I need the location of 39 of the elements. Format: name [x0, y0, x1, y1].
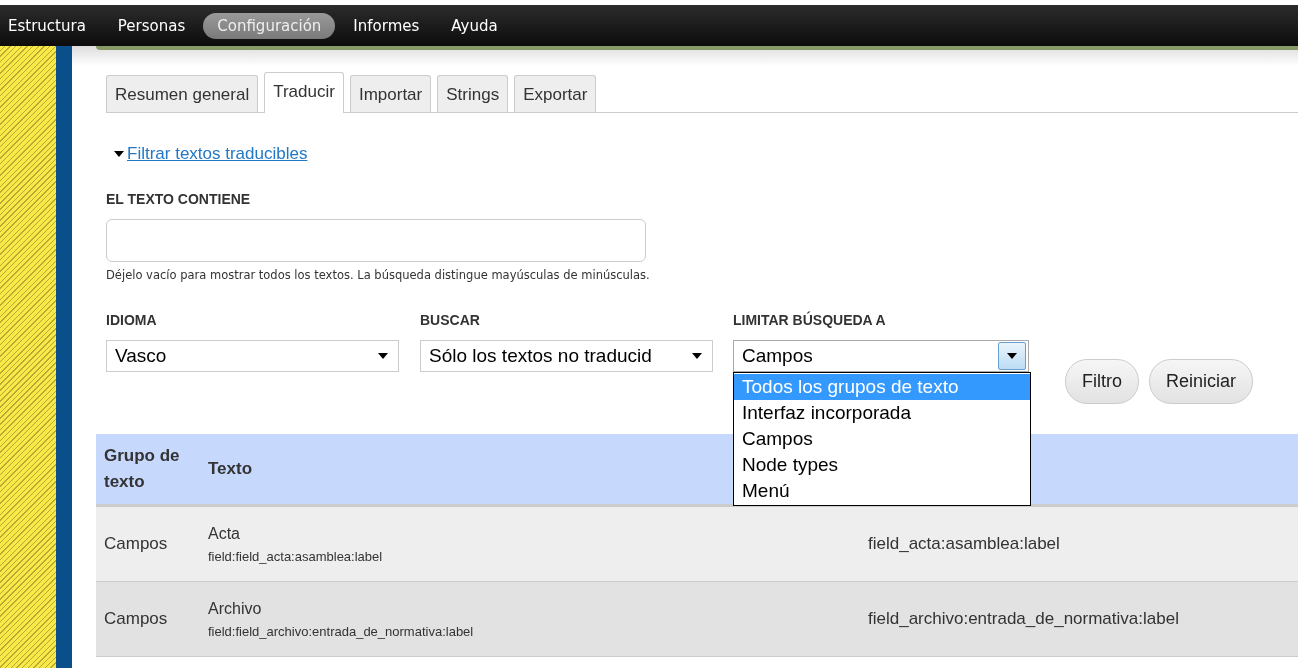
- dropdown-option[interactable]: Campos: [734, 426, 1030, 452]
- dropdown[interactable]: Campos: [733, 340, 1029, 372]
- filter-link[interactable]: Filtrar textos traducibles: [127, 144, 308, 164]
- field-label: IDIOMA: [106, 312, 158, 328]
- action-button[interactable]: Reiniciar: [1149, 359, 1254, 404]
- table-cell-text: Archivo: [208, 599, 263, 618]
- source-text: field:field_acta:asamblea:label: [208, 548, 384, 564]
- dropdown-option[interactable]: Node types: [734, 452, 1030, 478]
- tab[interactable]: Resumen general: [106, 75, 259, 112]
- table-cell: field_archivo:entrada_de_normativa:label: [868, 609, 1179, 629]
- table-cell-text: Campos: [103, 609, 169, 629]
- caret-down-icon: [378, 353, 388, 359]
- action-button[interactable]: Filtro: [1065, 359, 1139, 404]
- tab[interactable]: Importar: [349, 75, 432, 112]
- field-label: BUSCAR: [420, 312, 481, 328]
- field-label: LIMITAR BÚSQUEDA A: [733, 312, 887, 328]
- table-cell: field_acta:asamblea:label: [868, 534, 1060, 554]
- table-cell-text: Campos: [103, 534, 169, 554]
- dropdown-option[interactable]: Interfaz incorporada: [734, 400, 1030, 426]
- dropdown[interactable]: Vasco: [106, 340, 399, 372]
- nav-item[interactable]: Personas: [103, 12, 200, 39]
- caret-down-icon: [1007, 353, 1017, 359]
- column-header[interactable]: Texto: [208, 456, 253, 482]
- dropdown[interactable]: Sólo los textos no traducid: [420, 340, 713, 372]
- nav-item[interactable]: Ayuda: [437, 12, 512, 39]
- source-text: field:field_archivo:entrada_de_normativa:label: [208, 623, 475, 639]
- dropdown-button[interactable]: [998, 342, 1026, 370]
- tab[interactable]: Strings: [437, 75, 509, 112]
- tab[interactable]: Exportar: [514, 75, 597, 112]
- table-cell-text: Acta: [208, 524, 241, 543]
- help-text: Déjelo vacío para mostrar todos los textos. La búsqueda distingue mayúsculas de minúsculas.: [106, 268, 651, 282]
- field-label: EL TEXTO CONTIENE: [106, 191, 252, 207]
- dropdown-option[interactable]: Menú: [734, 478, 1030, 504]
- tab[interactable]: Traducir: [264, 72, 344, 113]
- nav-item[interactable]: Estructura: [4, 12, 100, 39]
- caret-down-icon: [692, 353, 702, 359]
- text-input-field[interactable]: [106, 219, 646, 262]
- column-header[interactable]: Grupo de texto: [96, 443, 208, 495]
- nav-item[interactable]: Informes: [339, 12, 434, 39]
